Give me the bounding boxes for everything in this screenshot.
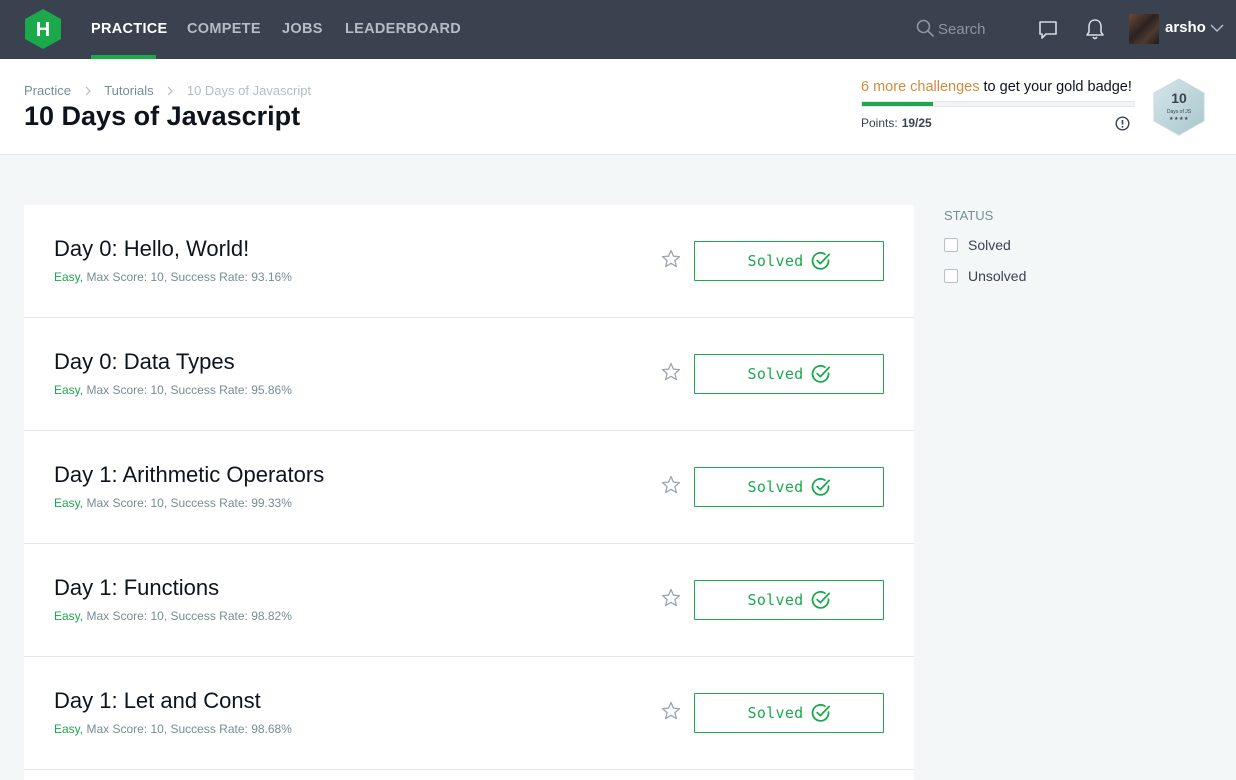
filter-solved-label[interactable]: Solved bbox=[968, 237, 1011, 253]
hackerrank-logo-icon[interactable]: H bbox=[24, 9, 62, 49]
badge-progress-fill bbox=[862, 102, 933, 106]
solved-label: Solved bbox=[747, 704, 804, 722]
page-title: 10 Days of Javascript bbox=[24, 101, 301, 131]
difficulty-label: Easy, bbox=[54, 609, 84, 623]
solved-label: Solved bbox=[747, 252, 804, 270]
solved-label: Solved bbox=[747, 478, 804, 496]
difficulty-label: Easy, bbox=[54, 383, 84, 397]
nav-link-compete[interactable]: COMPETE bbox=[187, 0, 261, 59]
solved-button[interactable]: Solved bbox=[694, 580, 884, 620]
challenge-stats: Max Score: 10, Success Rate: 95.86% bbox=[83, 383, 292, 397]
points-display: Points: 19/25 bbox=[861, 116, 932, 130]
solved-button[interactable]: Solved bbox=[694, 693, 884, 733]
chevron-down-icon[interactable] bbox=[1210, 24, 1224, 33]
badge-number: 10 bbox=[1171, 90, 1187, 106]
nav-link-leaderboard[interactable]: LEADERBOARD bbox=[345, 0, 461, 59]
bookmark-star-icon[interactable] bbox=[661, 588, 681, 608]
badge-caption: Days of JS bbox=[1166, 109, 1192, 115]
solved-button[interactable]: Solved bbox=[694, 354, 884, 394]
top-navigation-bar: H PRACTICE COMPETE JOBS LEADERBOARD arsh… bbox=[0, 0, 1236, 59]
bookmark-star-icon[interactable] bbox=[661, 362, 681, 382]
challenge-meta: Easy, Max Score: 10, Success Rate: 98.68… bbox=[54, 722, 292, 736]
difficulty-label: Easy, bbox=[54, 496, 84, 510]
filter-unsolved-label[interactable]: Unsolved bbox=[968, 268, 1026, 284]
difficulty-label: Easy, bbox=[54, 722, 84, 736]
challenge-title[interactable]: Day 0: Hello, World! bbox=[54, 236, 249, 262]
challenge-stats: Max Score: 10, Success Rate: 98.68% bbox=[83, 722, 292, 736]
filter-unsolved[interactable]: Unsolved bbox=[944, 268, 1026, 284]
challenge-meta: Easy, Max Score: 10, Success Rate: 95.86… bbox=[54, 383, 292, 397]
challenge-card[interactable]: Day 1: Arithmetic Operators Easy, Max Sc… bbox=[24, 431, 914, 544]
challenge-title[interactable]: Day 1: Arithmetic Operators bbox=[54, 462, 324, 488]
unsolved-checkbox[interactable] bbox=[944, 269, 958, 283]
solved-label: Solved bbox=[747, 591, 804, 609]
bookmark-star-icon[interactable] bbox=[661, 249, 681, 269]
challenge-stats: Max Score: 10, Success Rate: 99.33% bbox=[83, 496, 292, 510]
points-label: Points: bbox=[861, 116, 898, 130]
solved-checkbox[interactable] bbox=[944, 238, 958, 252]
username[interactable]: arsho bbox=[1165, 19, 1206, 36]
breadcrumb-practice[interactable]: Practice bbox=[24, 83, 71, 98]
challenge-title[interactable]: Day 1: Let and Const bbox=[54, 688, 261, 714]
info-icon[interactable] bbox=[1115, 116, 1130, 131]
nav-link-jobs[interactable]: JOBS bbox=[282, 0, 323, 59]
points-value: 19/25 bbox=[901, 116, 932, 130]
check-circle-icon bbox=[811, 477, 830, 496]
challenge-meta: Easy, Max Score: 10, Success Rate: 99.33… bbox=[54, 496, 292, 510]
badge-message-rest: to get your gold badge! bbox=[979, 79, 1132, 95]
breadcrumb: Practice Tutorials 10 Days of Javascript bbox=[24, 82, 311, 98]
challenge-card[interactable]: Day 1: Functions Easy, Max Score: 10, Su… bbox=[24, 544, 914, 657]
challenge-title[interactable]: Day 0: Data Types bbox=[54, 349, 235, 375]
challenge-meta: Easy, Max Score: 10, Success Rate: 98.82… bbox=[54, 609, 292, 623]
bell-icon[interactable] bbox=[1084, 17, 1106, 41]
avatar[interactable] bbox=[1129, 14, 1159, 44]
difficulty-label: Easy, bbox=[54, 270, 84, 284]
search-input[interactable] bbox=[938, 16, 1018, 42]
status-filter-heading: STATUS bbox=[944, 208, 994, 223]
check-circle-icon bbox=[811, 590, 830, 609]
badge-stars: ★★★★ bbox=[1169, 116, 1189, 122]
nav-link-practice[interactable]: PRACTICE bbox=[91, 0, 168, 59]
chat-bubble-icon[interactable] bbox=[1037, 19, 1059, 41]
badge-hexagon-icon[interactable] bbox=[1152, 78, 1206, 136]
breadcrumb-current: 10 Days of Javascript bbox=[186, 83, 312, 99]
challenge-stats: Max Score: 10, Success Rate: 98.82% bbox=[83, 609, 292, 623]
bookmark-star-icon[interactable] bbox=[661, 475, 681, 495]
breadcrumb-tutorials[interactable]: Tutorials bbox=[104, 83, 153, 98]
solved-button[interactable]: Solved bbox=[694, 467, 884, 507]
challenge-meta: Easy, Max Score: 10, Success Rate: 93.16… bbox=[54, 270, 292, 284]
search-icon[interactable] bbox=[916, 19, 934, 37]
challenge-card[interactable]: Day 0: Hello, World! Easy, Max Score: 10… bbox=[24, 205, 914, 318]
challenge-list: Day 0: Hello, World! Easy, Max Score: 10… bbox=[24, 205, 914, 780]
challenge-card[interactable]: Day 1: Let and Const Easy, Max Score: 10… bbox=[24, 657, 914, 770]
badge-progress-bar bbox=[861, 101, 1135, 107]
check-circle-icon bbox=[811, 703, 830, 722]
challenge-card[interactable]: Day 0: Data Types Easy, Max Score: 10, S… bbox=[24, 318, 914, 431]
solved-label: Solved bbox=[747, 365, 804, 383]
check-circle-icon bbox=[811, 251, 830, 270]
challenges-remaining[interactable]: 6 more challenges bbox=[861, 79, 980, 95]
chevron-right-icon bbox=[85, 86, 91, 95]
challenge-stats: Max Score: 10, Success Rate: 93.16% bbox=[83, 270, 292, 284]
bookmark-star-icon[interactable] bbox=[661, 701, 681, 721]
logo-letter: H bbox=[36, 19, 50, 41]
filter-solved[interactable]: Solved bbox=[944, 237, 1011, 253]
solved-button[interactable]: Solved bbox=[694, 241, 884, 281]
check-circle-icon bbox=[811, 364, 830, 383]
challenge-title[interactable]: Day 1: Functions bbox=[54, 575, 219, 601]
challenge-card-partial bbox=[24, 770, 914, 780]
badge-progress-message: 6 more challenges to get your gold badge… bbox=[861, 79, 1132, 95]
chevron-right-icon bbox=[167, 86, 174, 95]
